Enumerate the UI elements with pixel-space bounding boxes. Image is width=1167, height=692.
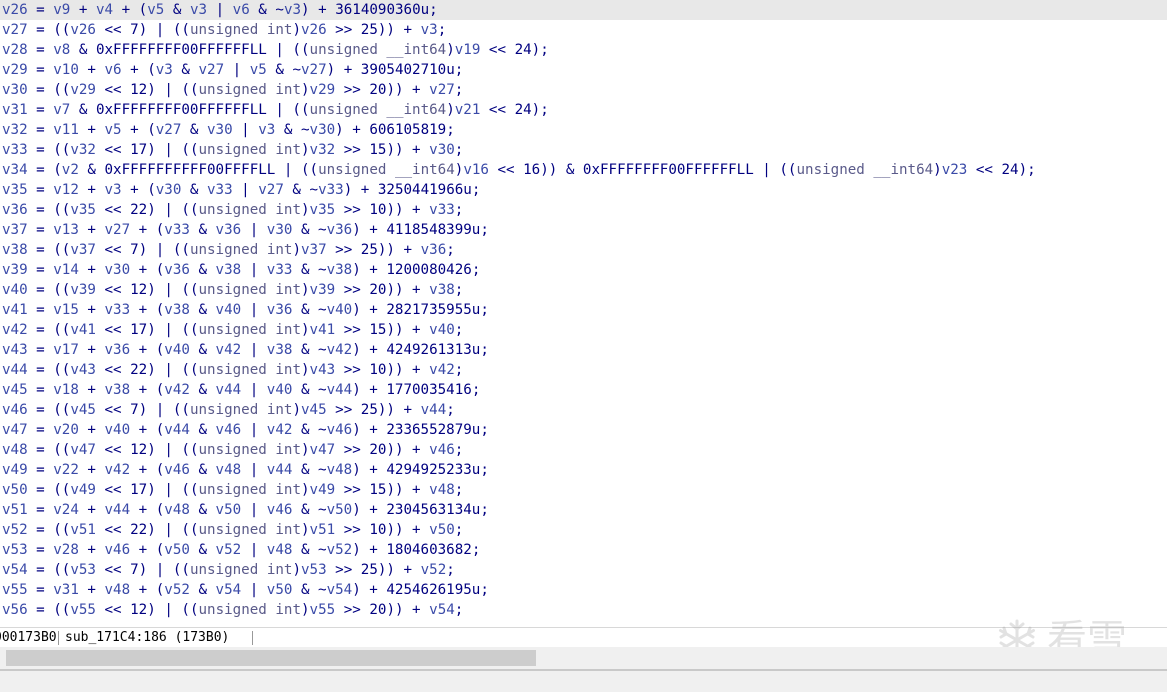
code-line[interactable]: v46 = ((v45 << 7) | ((unsigned int)v45 >… (0, 400, 1167, 420)
code-line[interactable]: v49 = v22 + v42 + (v46 & v48 | v44 & ~v4… (0, 460, 1167, 480)
code-line[interactable]: v43 = v17 + v36 + (v40 & v42 | v38 & ~v4… (0, 340, 1167, 360)
code-line[interactable]: v42 = ((v41 << 17) | ((unsigned int)v41 … (0, 320, 1167, 340)
code-line[interactable]: v44 = ((v43 << 22) | ((unsigned int)v43 … (0, 360, 1167, 380)
code-line[interactable]: v48 = ((v47 << 12) | ((unsigned int)v47 … (0, 440, 1167, 460)
code-line[interactable]: v31 = v7 & 0xFFFFFFFF00FFFFFFLL | ((unsi… (0, 100, 1167, 120)
code-line[interactable]: v36 = ((v35 << 22) | ((unsigned int)v35 … (0, 200, 1167, 220)
code-line[interactable]: v54 = ((v53 << 7) | ((unsigned int)v53 >… (0, 560, 1167, 580)
code-line[interactable]: v55 = v31 + v48 + (v52 & v54 | v50 & ~v5… (0, 580, 1167, 600)
status-location: sub_171C4:186 (173B0) (65, 630, 230, 645)
code-line[interactable]: v30 = ((v29 << 12) | ((unsigned int)v29 … (0, 80, 1167, 100)
code-line[interactable]: v32 = v11 + v5 + (v27 & v30 | v3 & ~v30)… (0, 120, 1167, 140)
code-line[interactable]: v38 = ((v37 << 7) | ((unsigned int)v37 >… (0, 240, 1167, 260)
code-line[interactable]: v53 = v28 + v46 + (v50 & v52 | v48 & ~v5… (0, 540, 1167, 560)
code-line[interactable]: v51 = v24 + v44 + (v48 & v50 | v46 & ~v5… (0, 500, 1167, 520)
code-line[interactable]: v28 = v8 & 0xFFFFFFFF00FFFFFFLL | ((unsi… (0, 40, 1167, 60)
code-line[interactable]: v50 = ((v49 << 17) | ((unsigned int)v49 … (0, 480, 1167, 500)
horizontal-scrollbar[interactable] (0, 647, 1167, 669)
code-line[interactable]: v26 = v9 + v4 + (v5 & v3 | v6 & ~v3) + 3… (0, 0, 1167, 20)
code-line[interactable]: v40 = ((v39 << 12) | ((unsigned int)v39 … (0, 280, 1167, 300)
code-line[interactable]: v52 = ((v51 << 22) | ((unsigned int)v51 … (0, 520, 1167, 540)
code-line[interactable]: v47 = v20 + v40 + (v44 & v46 | v42 & ~v4… (0, 420, 1167, 440)
code-line[interactable]: v56 = ((v55 << 12) | ((unsigned int)v55 … (0, 600, 1167, 620)
code-line[interactable]: v41 = v15 + v33 + (v38 & v40 | v36 & ~v4… (0, 300, 1167, 320)
status-separator (58, 631, 59, 645)
scrollbar-thumb[interactable] (6, 650, 536, 666)
bottom-panel-border (0, 669, 1167, 692)
code-line[interactable]: v29 = v10 + v6 + (v3 & v27 | v5 & ~v27) … (0, 60, 1167, 80)
code-line[interactable]: v45 = v18 + v38 + (v42 & v44 | v40 & ~v4… (0, 380, 1167, 400)
code-line[interactable]: v39 = v14 + v30 + (v36 & v38 | v33 & ~v3… (0, 260, 1167, 280)
code-line[interactable]: v37 = v13 + v27 + (v33 & v36 | v30 & ~v3… (0, 220, 1167, 240)
code-line[interactable]: v33 = ((v32 << 17) | ((unsigned int)v32 … (0, 140, 1167, 160)
status-bar: 000173B0 sub_171C4:186 (173B0) (0, 627, 1167, 648)
code-line[interactable]: v35 = v12 + v3 + (v30 & v33 | v27 & ~v33… (0, 180, 1167, 200)
status-separator (252, 631, 253, 645)
pseudocode-view[interactable]: v26 = v9 + v4 + (v5 & v3 | v6 & ~v3) + 3… (0, 0, 1167, 626)
status-address: 000173B0 (0, 630, 57, 645)
code-line[interactable]: v27 = ((v26 << 7) | ((unsigned int)v26 >… (0, 20, 1167, 40)
code-line[interactable]: v34 = (v2 & 0xFFFFFFFFFF00FFFFLL | ((uns… (0, 160, 1167, 180)
